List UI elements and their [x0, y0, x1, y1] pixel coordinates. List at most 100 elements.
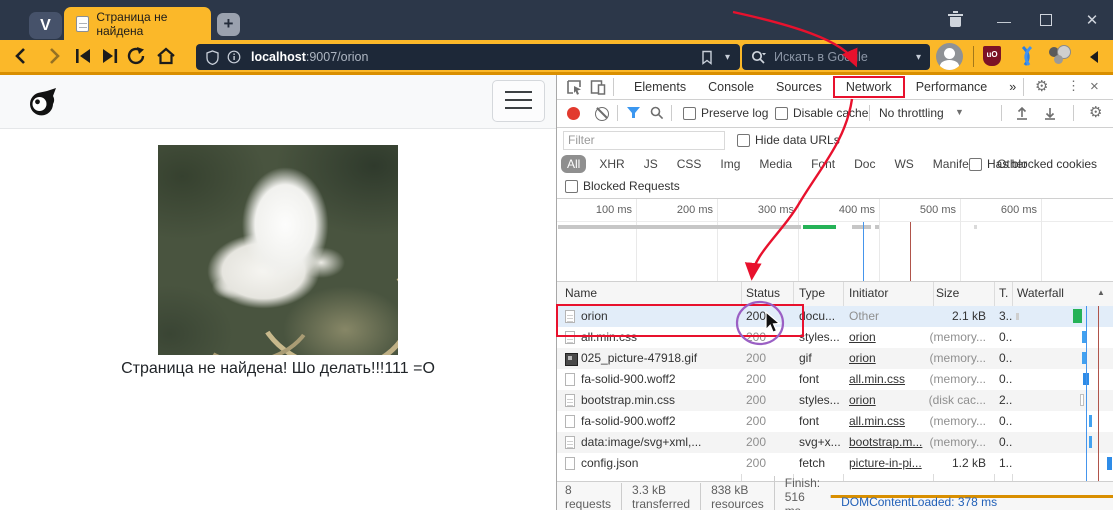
timeline-overview[interactable]: 100 ms200 ms300 ms400 ms500 ms600 ms [557, 199, 1113, 282]
document-file-icon [565, 394, 575, 407]
network-settings-gear-icon[interactable]: ⚙ [1089, 105, 1102, 120]
column-header-status[interactable]: Status [746, 286, 780, 300]
waterfall-bar [1107, 457, 1112, 470]
load-event-line [1098, 306, 1099, 481]
bookmark-icon[interactable] [701, 50, 713, 65]
filter-pill-all[interactable]: All [561, 155, 586, 173]
filter-input[interactable]: Filter [563, 131, 725, 150]
reload-button[interactable] [126, 46, 148, 66]
blocked-requests-checkbox[interactable] [565, 180, 578, 193]
browser-tab[interactable]: Страница не найдена [64, 7, 211, 40]
network-request-row[interactable]: 025_picture-47918.gif200giforion(memory.… [557, 348, 1113, 369]
column-header-waterfall[interactable]: Waterfall [1017, 286, 1064, 300]
timeline-tick-label: 400 ms [815, 204, 875, 216]
column-header-t[interactable]: T. [999, 286, 1008, 300]
dcl-event-line [1086, 306, 1087, 481]
network-request-row[interactable]: bootstrap.min.css200styles...orion(disk … [557, 390, 1113, 411]
filter-pill-img[interactable]: Img [714, 155, 746, 173]
preserve-log-label: Preserve log [701, 106, 768, 120]
profile-avatar[interactable] [936, 43, 963, 70]
toolbar-divider [973, 46, 974, 67]
devtools-close-icon[interactable]: × [1090, 78, 1099, 95]
request-type: styles... [799, 330, 841, 344]
preserve-log-checkbox[interactable] [683, 107, 696, 120]
network-request-row[interactable]: fa-solid-900.woff2200fontall.min.css(mem… [557, 369, 1113, 390]
search-field[interactable]: Искать в Google ▾ [742, 44, 930, 70]
blocked-requests-label: Blocked Requests [583, 179, 680, 193]
search-network-icon[interactable] [650, 106, 664, 120]
column-header-size[interactable]: Size [936, 286, 959, 300]
throttling-select[interactable]: No throttling [879, 106, 944, 120]
devtools-tab-network[interactable]: Network [833, 76, 905, 98]
inspect-element-icon[interactable] [566, 79, 582, 95]
filter-pill-css[interactable]: CSS [671, 155, 708, 173]
minimize-button[interactable]: — [990, 12, 1018, 30]
shield-icon[interactable] [206, 50, 219, 65]
rewind-button[interactable] [72, 46, 94, 66]
export-har-icon[interactable] [1043, 106, 1057, 120]
site-logo-comet-icon[interactable] [26, 87, 58, 117]
ribbon-extension-icon[interactable] [1018, 45, 1036, 67]
network-request-row[interactable]: fa-solid-900.woff2200fontall.min.css(mem… [557, 411, 1113, 432]
close-button[interactable]: ✕ [1078, 12, 1106, 30]
titlebar: V Страница не найдена + — ✕ [0, 0, 1113, 40]
column-header-initiator[interactable]: Initiator [849, 286, 888, 300]
address-bar[interactable]: localhost :9007/orion ▾ [196, 44, 740, 70]
back-button[interactable] [11, 46, 33, 66]
bookmark-dropdown-icon[interactable]: ▾ [725, 52, 730, 63]
vivaldi-menu-icon[interactable]: V [29, 12, 62, 39]
column-header-name[interactable]: Name [565, 286, 597, 300]
status-item: Finish: 516 ms [774, 476, 830, 510]
waterfall-bar [1073, 309, 1082, 323]
forward-button[interactable] [42, 46, 64, 66]
filter-pill-font[interactable]: Font [805, 155, 841, 173]
throttling-dropdown-icon[interactable]: ▼ [955, 107, 964, 117]
fast-forward-button[interactable] [99, 46, 121, 66]
request-status: 200 [746, 372, 790, 386]
network-request-row[interactable]: config.json200fetchpicture-in-pi...1.2 k… [557, 453, 1113, 474]
trash-icon[interactable] [950, 17, 961, 27]
devtools-status-bar: 8 requests3.3 kB transferred838 kB resou… [557, 481, 1113, 510]
column-header-type[interactable]: Type [799, 286, 825, 300]
disable-cache-label: Disable cache [793, 106, 868, 120]
request-time: 0.. [999, 351, 1013, 365]
document-file-icon [565, 457, 575, 470]
maximize-button[interactable] [1040, 14, 1052, 26]
record-button[interactable] [567, 107, 580, 120]
filter-funnel-icon[interactable] [627, 107, 640, 119]
request-status: 200 [746, 393, 790, 407]
devtools-tab-sources[interactable]: Sources [765, 77, 833, 97]
devtools-menu-icon[interactable]: ⋮ [1067, 78, 1080, 94]
browser-window: V Страница не найдена + — ✕ localhost :9… [0, 0, 1113, 510]
request-time: 0.. [999, 330, 1013, 344]
filter-pill-doc[interactable]: Doc [848, 155, 881, 173]
request-name: bootstrap.min.css [581, 393, 736, 407]
request-type-filters: AllXHRJSCSSImgMediaFontDocWSManifestOthe… [561, 155, 1033, 173]
devtools-tab-performance[interactable]: Performance [905, 77, 999, 97]
ublock-extension-icon[interactable]: uO [983, 46, 1001, 66]
devtools-tab-console[interactable]: Console [697, 77, 765, 97]
sort-indicator-icon[interactable]: ▲ [1097, 288, 1105, 297]
search-engine-dropdown-icon[interactable]: ▾ [916, 52, 921, 63]
new-tab-button[interactable]: + [217, 13, 240, 36]
filter-pill-js[interactable]: JS [638, 155, 664, 173]
panel-toggle-icon[interactable] [1090, 51, 1098, 63]
menu-button[interactable] [492, 80, 545, 122]
info-icon[interactable] [227, 50, 241, 64]
filter-pill-ws[interactable]: WS [888, 155, 919, 173]
hide-data-urls-checkbox[interactable] [737, 134, 750, 147]
home-button[interactable] [155, 46, 177, 66]
settings-gear-icon[interactable]: ⚙ [1035, 79, 1048, 94]
network-request-row[interactable]: data:image/svg+xml,...200svg+x...bootstr… [557, 432, 1113, 453]
overview-activity-bar [875, 225, 879, 229]
import-har-icon[interactable] [1015, 106, 1029, 120]
disable-cache-checkbox[interactable] [775, 107, 788, 120]
device-toolbar-icon[interactable] [590, 79, 606, 95]
timeline-tick-label: 200 ms [653, 204, 713, 216]
page-content: Страница не найдена! Шо делать!!!111 =О [0, 75, 556, 510]
request-size: (memory... [853, 414, 986, 428]
has-blocked-cookies-checkbox[interactable] [969, 158, 982, 171]
filter-pill-xhr[interactable]: XHR [593, 155, 630, 173]
devtools-tab-elements[interactable]: Elements [623, 77, 697, 97]
filter-pill-media[interactable]: Media [753, 155, 798, 173]
